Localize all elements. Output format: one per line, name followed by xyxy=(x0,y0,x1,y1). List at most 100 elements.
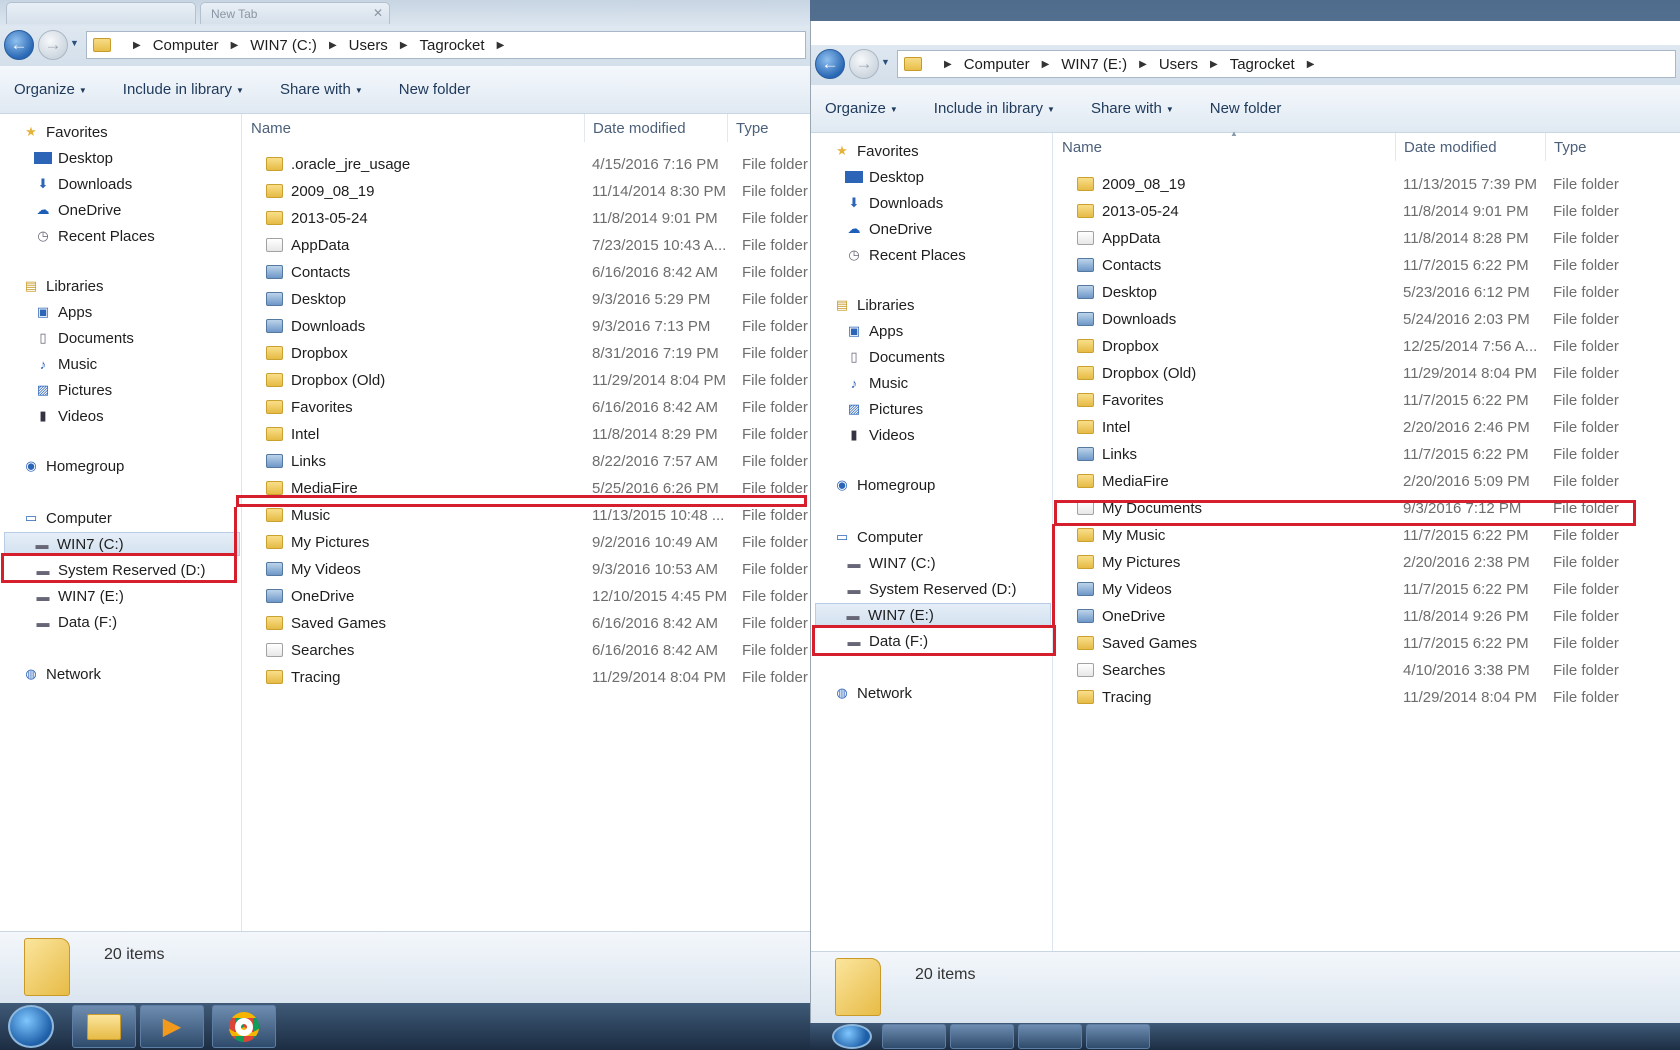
nav-music[interactable]: ♪ Music xyxy=(34,352,270,376)
address-bar[interactable]: ▶ Computer ▶ WIN7 (C:) ▶ Users ▶ Tagrocket ▶ xyxy=(86,31,806,59)
breadcrumb-item[interactable]: Users xyxy=(1159,56,1198,73)
file-row[interactable]: Dropbox (Old) 11/29/2014 8:04 PM File fold… xyxy=(266,367,810,393)
file-row[interactable]: Intel 2/20/2016 2:46 PM File folder xyxy=(1077,414,1653,440)
chevron-right-icon[interactable]: ▶ xyxy=(497,40,505,51)
taskbar-media-player[interactable]: ▶ xyxy=(140,1005,204,1048)
file-row[interactable]: OneDrive 12/10/2015 4:45 PM File folder xyxy=(266,583,810,609)
file-row[interactable]: MediaFire 5/25/2016 6:26 PM File folder xyxy=(266,475,810,501)
column-date-modified[interactable]: Date modified xyxy=(1396,133,1546,161)
history-dropdown-icon[interactable]: ▼ xyxy=(70,38,79,48)
nav-libraries[interactable]: ▤ Libraries xyxy=(22,274,258,298)
history-dropdown-icon[interactable]: ▼ xyxy=(881,57,890,67)
file-row[interactable]: Intel 11/8/2014 8:29 PM File folder xyxy=(266,421,810,447)
back-button[interactable]: ← xyxy=(4,30,34,60)
nav-pictures[interactable]: ▨ Pictures xyxy=(34,378,270,402)
chevron-right-icon[interactable]: ▶ xyxy=(1139,59,1147,70)
file-row[interactable]: Searches 4/10/2016 3:38 PM File folder xyxy=(1077,657,1653,683)
column-name[interactable]: Name xyxy=(243,114,585,142)
nav-downloads[interactable]: ⬇ Downloads xyxy=(845,191,1081,215)
file-row[interactable]: Saved Games 11/7/2015 6:22 PM File folder xyxy=(1077,630,1653,656)
breadcrumb-item[interactable]: Tagrocket xyxy=(1230,56,1295,73)
chevron-right-icon[interactable]: ▶ xyxy=(329,40,337,51)
chevron-right-icon[interactable]: ▶ xyxy=(1042,59,1050,70)
nav-drive-f[interactable]: ▬ Data (F:) xyxy=(34,610,270,634)
file-row[interactable]: My Pictures 2/20/2016 2:38 PM File folder xyxy=(1077,549,1653,575)
taskbar-chrome[interactable] xyxy=(1018,1024,1082,1049)
nav-recent-places[interactable]: ◷ Recent Places xyxy=(34,224,270,248)
include-in-library-button[interactable]: Include in library ▼ xyxy=(934,100,1055,117)
file-row[interactable]: Searches 6/16/2016 8:42 AM File folder xyxy=(266,637,810,663)
file-row[interactable]: Contacts 11/7/2015 6:22 PM File folder xyxy=(1077,252,1653,278)
nav-network[interactable]: ◍ Network xyxy=(833,681,1069,705)
close-tab-icon[interactable]: ✕ xyxy=(373,6,383,20)
file-row[interactable]: 2013-05-24 11/8/2014 9:01 PM File folder xyxy=(1077,198,1653,224)
nav-pictures[interactable]: ▨ Pictures xyxy=(845,397,1081,421)
nav-desktop[interactable]: Desktop xyxy=(845,165,1081,189)
new-folder-button[interactable]: New folder xyxy=(1210,100,1282,117)
chevron-right-icon[interactable]: ▶ xyxy=(1307,59,1315,70)
file-row[interactable]: Favorites 11/7/2015 6:22 PM File folder xyxy=(1077,387,1653,413)
nav-computer[interactable]: ▭ Computer xyxy=(833,525,1069,549)
nav-drive-f[interactable]: ▬ Data (F:) xyxy=(845,629,1081,653)
nav-favorites[interactable]: ★ Favorites xyxy=(22,120,258,144)
share-with-button[interactable]: Share with ▼ xyxy=(1091,100,1174,117)
file-row[interactable]: My Documents 9/3/2016 7:12 PM File folder xyxy=(1077,495,1653,521)
file-row[interactable]: Tracing 11/29/2014 8:04 PM File folder xyxy=(1077,684,1653,710)
column-date-modified[interactable]: Date modified xyxy=(585,114,728,142)
chevron-right-icon[interactable]: ▶ xyxy=(231,40,239,51)
nav-videos[interactable]: ▮ Videos xyxy=(34,404,270,428)
forward-button[interactable]: → xyxy=(38,30,68,60)
nav-favorites[interactable]: ★ Favorites xyxy=(833,139,1069,163)
file-row[interactable]: AppData 7/23/2015 10:43 A... File folder xyxy=(266,232,810,258)
chevron-right-icon[interactable]: ▶ xyxy=(400,40,408,51)
file-row[interactable]: Favorites 6/16/2016 8:42 AM File folder xyxy=(266,394,810,420)
file-row[interactable]: Desktop 9/3/2016 5:29 PM File folder xyxy=(266,286,810,312)
file-row[interactable]: Links 8/22/2016 7:57 AM File folder xyxy=(266,448,810,474)
minimize-button[interactable]: ▁ xyxy=(1570,21,1600,22)
windows-orb-icon[interactable] xyxy=(8,1005,54,1048)
nav-videos[interactable]: ▮ Videos xyxy=(845,423,1081,447)
organize-button[interactable]: Organize ▼ xyxy=(14,81,87,98)
nav-network[interactable]: ◍ Network xyxy=(22,662,258,686)
taskbar-paint[interactable] xyxy=(1086,1024,1150,1049)
file-row[interactable]: 2009_08_19 11/13/2015 7:39 PM File folder xyxy=(1077,171,1653,197)
back-button[interactable]: ← xyxy=(815,49,845,79)
address-bar[interactable]: ▶ Computer ▶ WIN7 (E:) ▶ Users ▶ Tagrocket ▶ xyxy=(897,50,1676,78)
file-row[interactable]: .oracle_jre_usage 4/15/2016 7:16 PM File f… xyxy=(266,151,810,177)
tab-new[interactable]: New Tab ✕ xyxy=(200,2,390,24)
nav-drive-e[interactable]: ▬ WIN7 (E:) xyxy=(815,603,1051,627)
file-row[interactable]: My Videos 9/3/2016 10:53 AM File folder xyxy=(266,556,810,582)
file-row[interactable]: Dropbox (Old) 11/29/2014 8:04 PM File fold… xyxy=(1077,360,1653,386)
nav-onedrive[interactable]: ☁ OneDrive xyxy=(845,217,1081,241)
nav-libraries[interactable]: ▤ Libraries xyxy=(833,293,1069,317)
nav-apps[interactable]: ▣ Apps xyxy=(845,319,1081,343)
file-row[interactable]: Dropbox 12/25/2014 7:56 A... File folder xyxy=(1077,333,1653,359)
taskbar-explorer[interactable] xyxy=(72,1005,136,1048)
file-row[interactable]: OneDrive 11/8/2014 9:26 PM File folder xyxy=(1077,603,1653,629)
file-row[interactable]: Links 11/7/2015 6:22 PM File folder xyxy=(1077,441,1653,467)
nav-documents[interactable]: ▯ Documents xyxy=(845,345,1081,369)
nav-drive-c[interactable]: ▬ WIN7 (C:) xyxy=(845,551,1081,575)
nav-desktop[interactable]: Desktop xyxy=(34,146,270,170)
chevron-right-icon[interactable]: ▶ xyxy=(1210,59,1218,70)
nav-downloads[interactable]: ⬇ Downloads xyxy=(34,172,270,196)
taskbar-explorer[interactable] xyxy=(882,1024,946,1049)
taskbar-chrome[interactable] xyxy=(212,1005,276,1048)
column-type[interactable]: Type xyxy=(728,114,810,142)
forward-button[interactable]: → xyxy=(849,49,879,79)
file-row[interactable]: My Music 11/7/2015 6:22 PM File folder xyxy=(1077,522,1653,548)
chevron-right-icon[interactable]: ▶ xyxy=(133,40,141,51)
taskbar-media-player[interactable] xyxy=(950,1024,1014,1049)
file-row[interactable]: Downloads 5/24/2016 2:03 PM File folder xyxy=(1077,306,1653,332)
file-row[interactable]: Dropbox 8/31/2016 7:19 PM File folder xyxy=(266,340,810,366)
breadcrumb-item[interactable]: WIN7 (E:) xyxy=(1061,56,1127,73)
file-row[interactable]: Downloads 9/3/2016 7:13 PM File folder xyxy=(266,313,810,339)
nav-apps[interactable]: ▣ Apps xyxy=(34,300,270,324)
nav-drive-d[interactable]: ▬ System Reserved (D:) xyxy=(34,558,270,582)
nav-computer[interactable]: ▭ Computer xyxy=(22,506,258,530)
nav-drive-d[interactable]: ▬ System Reserved (D:) xyxy=(845,577,1081,601)
file-row[interactable]: Contacts 6/16/2016 8:42 AM File folder xyxy=(266,259,810,285)
file-row[interactable]: MediaFire 2/20/2016 5:09 PM File folder xyxy=(1077,468,1653,494)
file-row[interactable]: My Pictures 9/2/2016 10:49 AM File folder xyxy=(266,529,810,555)
share-with-button[interactable]: Share with ▼ xyxy=(280,81,363,98)
